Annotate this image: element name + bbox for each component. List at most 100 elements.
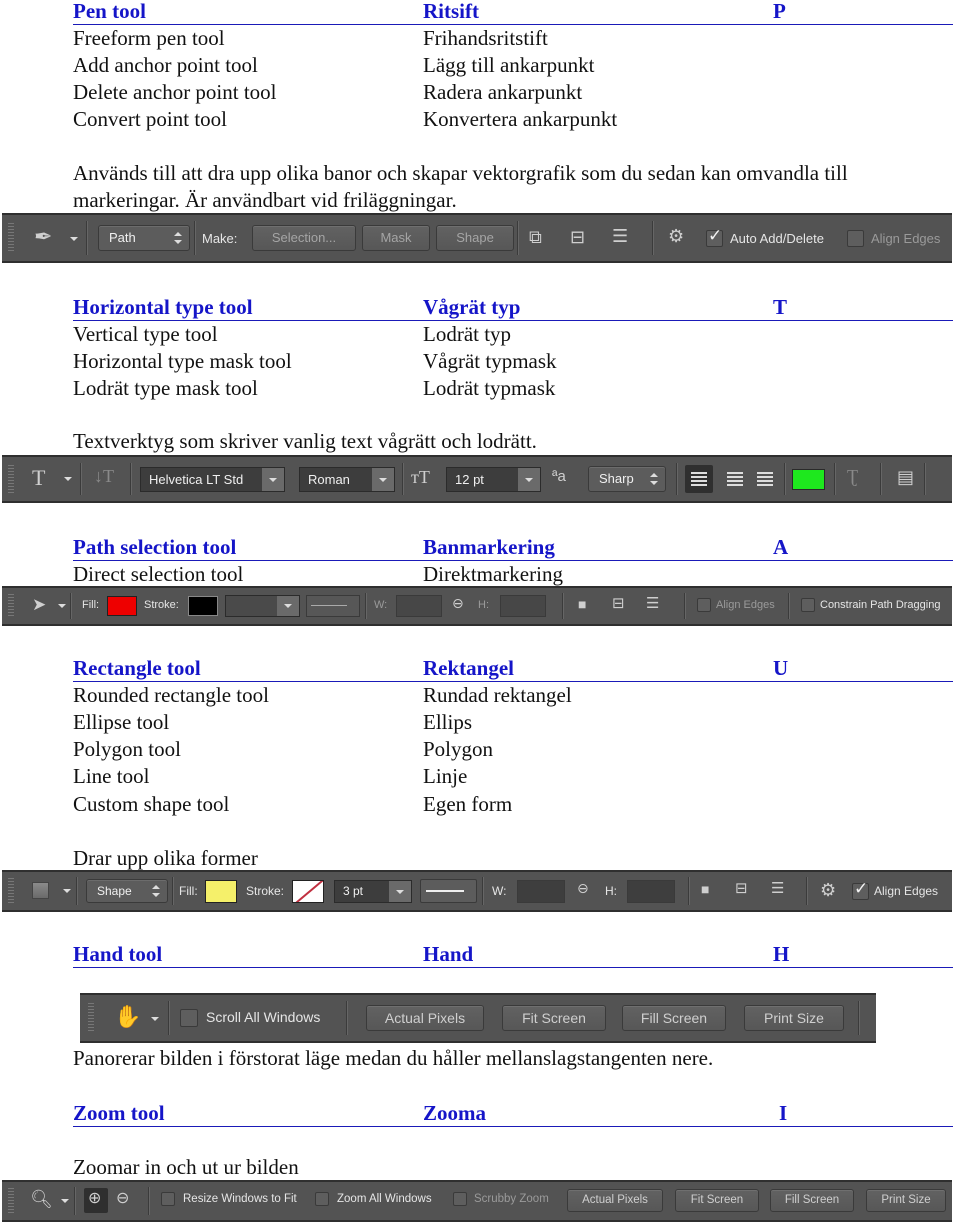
fill-color-swatch[interactable] xyxy=(107,596,137,616)
width-input[interactable] xyxy=(517,880,565,903)
path-selection-arrow-icon[interactable]: ➤ xyxy=(32,596,46,613)
link-icon[interactable]: ⊖ xyxy=(577,881,589,895)
path-alignment-icon[interactable]: ⊟ xyxy=(735,881,748,896)
stroke-color-swatch[interactable] xyxy=(292,880,324,903)
width-input[interactable] xyxy=(396,595,442,617)
align-edges-checkbox[interactable] xyxy=(852,879,869,900)
toolbar-grip[interactable] xyxy=(8,594,14,618)
dropdown-button[interactable] xyxy=(262,468,284,491)
rectangle-tool-icon[interactable] xyxy=(32,882,49,899)
actual-pixels-button[interactable]: Actual Pixels xyxy=(366,1005,484,1031)
heading-sv: Hand xyxy=(423,942,474,966)
dropdown-button[interactable] xyxy=(372,468,394,491)
zoom-out-button[interactable]: ⊖ xyxy=(112,1188,136,1213)
pen-icon[interactable]: ✒ xyxy=(34,226,52,248)
font-style-value: Roman xyxy=(308,472,350,487)
actual-pixels-button[interactable]: Actual Pixels xyxy=(567,1189,663,1212)
divider xyxy=(70,593,71,619)
divider xyxy=(517,221,518,255)
dropdown-button[interactable] xyxy=(389,881,411,902)
path-arrangement-icon[interactable]: ☰ xyxy=(612,227,628,245)
heading-en: Path selection tool xyxy=(73,535,237,559)
make-shape-button[interactable]: Shape xyxy=(436,225,514,251)
fill-color-swatch[interactable] xyxy=(205,880,237,903)
constrain-path-dragging-checkbox[interactable] xyxy=(801,598,815,612)
font-size-select[interactable]: 12 pt xyxy=(446,467,541,492)
toolbar-grip[interactable] xyxy=(88,1003,94,1033)
path-operations-icon[interactable]: ⧉ xyxy=(529,228,542,246)
toolbar-grip[interactable] xyxy=(8,878,14,904)
align-right-button[interactable] xyxy=(751,465,779,493)
stroke-width-select[interactable]: 3 pt xyxy=(334,880,412,903)
gear-icon[interactable]: ⚙ xyxy=(668,227,684,245)
dropdown-button[interactable] xyxy=(518,468,540,491)
fit-screen-button[interactable]: Fit Screen xyxy=(675,1189,759,1212)
toolbar-grip[interactable] xyxy=(8,223,14,253)
make-label: Make: xyxy=(202,231,238,246)
section-heading-hand: Hand tool Hand H xyxy=(73,943,953,968)
hand-icon[interactable]: ✋ xyxy=(114,1006,141,1028)
align-left-button[interactable] xyxy=(685,465,713,493)
path-operations-icon[interactable]: ■ xyxy=(578,597,586,611)
tool-mode-select[interactable]: Path xyxy=(98,225,190,251)
toolbar-grip[interactable] xyxy=(8,465,14,493)
divider xyxy=(168,1001,169,1035)
tool-preset-dropdown-icon[interactable] xyxy=(70,237,78,241)
height-input[interactable] xyxy=(500,595,546,617)
tool-preset-dropdown-icon[interactable] xyxy=(63,889,71,893)
path-operations-icon[interactable]: ■ xyxy=(701,882,709,896)
zoom-all-windows-checkbox[interactable] xyxy=(315,1192,329,1206)
link-icon[interactable]: ⊖ xyxy=(452,596,464,610)
tool-preset-dropdown-icon[interactable] xyxy=(58,604,66,608)
gear-icon[interactable]: ⚙ xyxy=(820,881,836,899)
height-input[interactable] xyxy=(627,880,675,903)
path-arrangement-icon[interactable]: ☰ xyxy=(646,596,659,611)
tool-preset-dropdown-icon[interactable] xyxy=(151,1017,159,1021)
resize-windows-checkbox[interactable] xyxy=(161,1192,175,1206)
toolbar-grip[interactable] xyxy=(8,1188,14,1214)
tool-en: Add anchor point tool xyxy=(73,53,258,77)
stroke-type-select[interactable] xyxy=(306,595,360,617)
make-mask-button[interactable]: Mask xyxy=(362,225,430,251)
antialias-select[interactable]: Sharp xyxy=(588,466,666,492)
type-options-bar: T ↓T Helvetica LT Std Roman ᴛT 12 pt ªa … xyxy=(2,455,952,503)
tool-mode-select[interactable]: Shape xyxy=(86,879,168,903)
print-size-button[interactable]: Print Size xyxy=(744,1005,844,1031)
make-selection-button[interactable]: Selection... xyxy=(252,225,356,251)
auto-add-delete-checkbox[interactable] xyxy=(706,226,723,247)
tool-en: Direct selection tool xyxy=(73,562,244,586)
zoom-in-button[interactable]: ⊕ xyxy=(84,1188,108,1213)
path-alignment-icon[interactable]: ⊟ xyxy=(570,228,585,246)
stroke-type-select[interactable] xyxy=(420,879,477,903)
fill-screen-button[interactable]: Fill Screen xyxy=(622,1005,726,1031)
tool-preset-dropdown-icon[interactable] xyxy=(64,477,72,481)
type-tool-icon[interactable]: T xyxy=(32,467,45,489)
path-alignment-icon[interactable]: ⊟ xyxy=(612,596,625,611)
character-panel-icon[interactable]: ▤ xyxy=(897,468,914,486)
align-center-icon xyxy=(727,472,743,486)
fill-screen-button[interactable]: Fill Screen xyxy=(770,1189,854,1212)
stroke-color-swatch[interactable] xyxy=(188,596,218,616)
stroke-width-select[interactable] xyxy=(225,595,300,617)
divider xyxy=(562,593,563,619)
toggle-text-orientation-icon[interactable]: ↓T xyxy=(94,467,114,485)
heading-en: Pen tool xyxy=(73,0,146,23)
fit-screen-button[interactable]: Fit Screen xyxy=(502,1005,606,1031)
scroll-all-windows-checkbox[interactable] xyxy=(180,1009,198,1027)
tool-preset-dropdown-icon[interactable] xyxy=(61,1199,69,1203)
tool-sv: Lodrät typmask xyxy=(423,376,556,400)
path-arrangement-icon[interactable]: ☰ xyxy=(771,881,784,896)
warp-text-icon[interactable]: Ʈ xyxy=(847,467,858,485)
font-style-select[interactable]: Roman xyxy=(299,467,395,492)
align-edges-label: Align Edges xyxy=(871,231,941,246)
align-center-button[interactable] xyxy=(721,465,749,493)
magnifier-icon[interactable]: 🔍︎ xyxy=(30,1190,53,1208)
scrubby-zoom-checkbox[interactable] xyxy=(453,1192,467,1206)
dropdown-button[interactable] xyxy=(277,596,299,616)
heading-sv: Rektangel xyxy=(423,656,514,680)
print-size-button[interactable]: Print Size xyxy=(866,1189,946,1212)
align-edges-checkbox[interactable] xyxy=(847,230,864,247)
align-edges-checkbox[interactable] xyxy=(697,598,711,612)
font-family-select[interactable]: Helvetica LT Std xyxy=(140,467,285,492)
text-color-swatch[interactable] xyxy=(792,469,825,490)
